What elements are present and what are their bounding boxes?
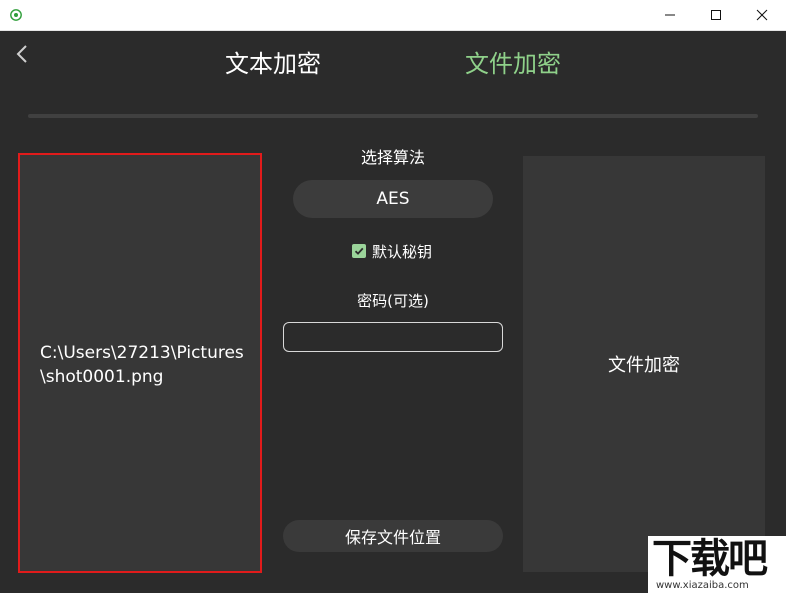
title-bar <box>0 0 786 31</box>
maximize-icon <box>711 10 721 20</box>
password-input[interactable] <box>283 322 503 352</box>
save-location-label: 保存文件位置 <box>344 528 441 547</box>
default-key-label: 默认秘钥 <box>372 242 433 261</box>
encrypt-file-button[interactable]: 文件加密 <box>523 156 765 572</box>
tab-text-encrypt[interactable]: 文本加密 <box>225 46 321 82</box>
algorithm-select[interactable]: AES <box>293 180 493 218</box>
save-location-button[interactable]: 保存文件位置 <box>283 520 503 552</box>
minimize-icon <box>665 14 675 16</box>
chevron-left-icon <box>16 45 27 63</box>
maximize-button[interactable] <box>693 0 739 30</box>
header-divider <box>28 114 758 118</box>
site-watermark: 下载吧 www.xiazaiba.com <box>648 536 786 593</box>
default-key-checkbox[interactable] <box>352 244 366 258</box>
app-window: 文本加密 文件加密 C:\Users\27213\Pictures\shot00… <box>0 0 786 593</box>
watermark-logo-text: 下载吧 <box>652 536 768 582</box>
app-eye-icon <box>10 9 22 21</box>
file-drop-area[interactable]: C:\Users\27213\Pictures\shot0001.png <box>18 153 262 573</box>
default-key-option[interactable]: 默认秘钥 <box>352 240 432 262</box>
check-icon <box>354 247 364 255</box>
file-path-text: C:\Users\27213\Pictures\shot0001.png <box>40 343 244 387</box>
watermark-url: www.xiazaiba.com <box>656 580 749 591</box>
algorithm-label: 选择算法 <box>360 148 425 167</box>
back-button[interactable] <box>12 42 34 66</box>
minimize-button[interactable] <box>647 0 693 30</box>
tab-file-encrypt[interactable]: 文件加密 <box>465 46 561 82</box>
password-label: 密码(可选) <box>357 292 429 310</box>
algorithm-value: AES <box>376 189 410 209</box>
close-icon <box>756 9 768 21</box>
encrypt-file-label: 文件加密 <box>608 355 680 376</box>
close-button[interactable] <box>739 0 785 30</box>
